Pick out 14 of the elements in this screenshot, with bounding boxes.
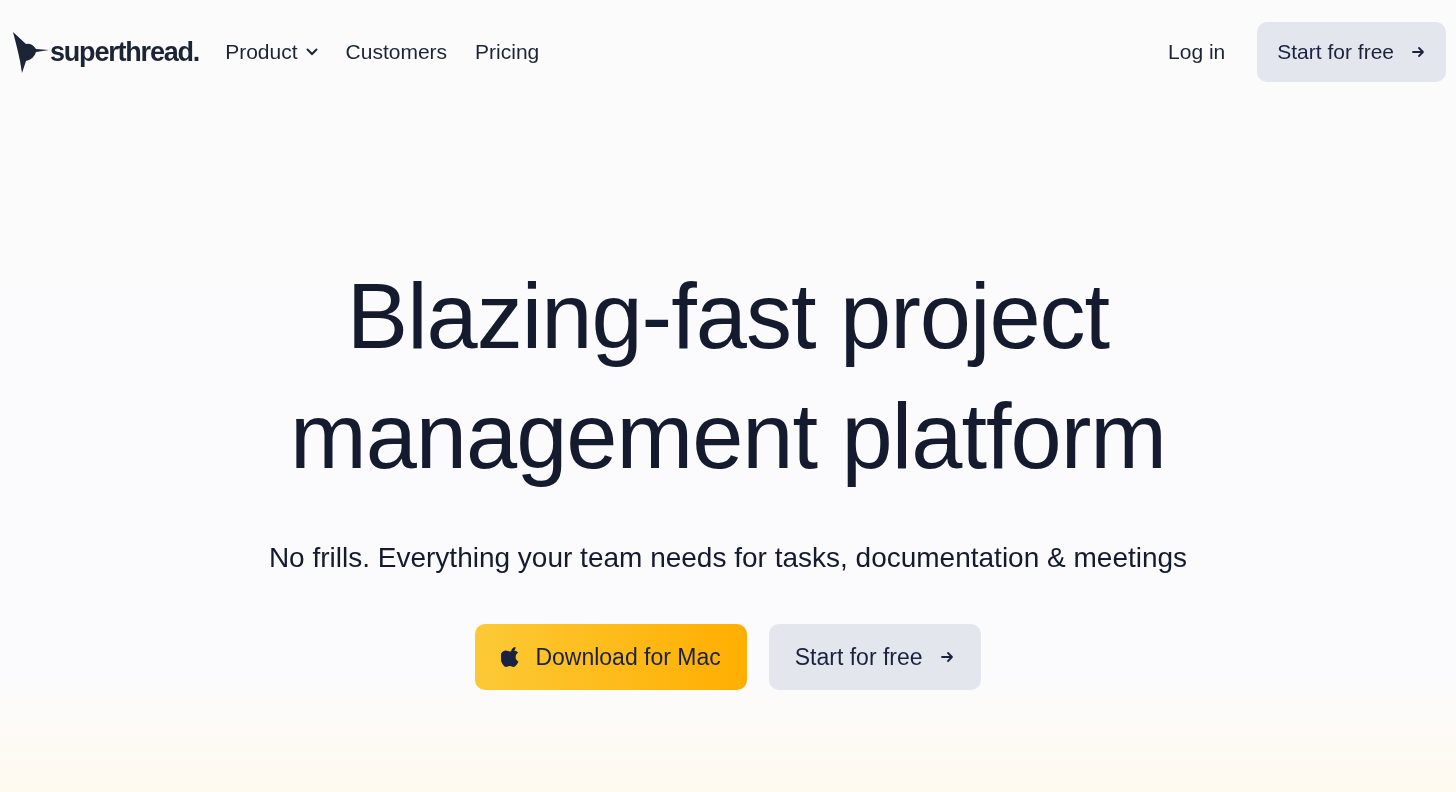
login-link[interactable]: Log in: [1168, 40, 1226, 64]
download-button[interactable]: Download for Mac: [475, 624, 747, 690]
nav-dropdown[interactable]: Product: [225, 40, 318, 64]
arrow-right-icon: [1410, 44, 1426, 60]
arrow-right-icon: [938, 649, 955, 665]
subtitle: No frills. Everything your team needs for tasks, documentation & meetings: [268, 542, 1188, 574]
nav-link[interactable]: Pricing: [475, 40, 540, 64]
start-free-button[interactable]: Start for free: [768, 624, 981, 690]
chevron-down-icon: [305, 48, 318, 56]
logo-text[interactable]: superthread.: [50, 36, 200, 68]
headline: Blazing-fast project management platform: [290, 264, 1166, 489]
apple-icon: [501, 647, 520, 667]
start-free-button[interactable]: Start for free: [1257, 22, 1446, 82]
nav-link[interactable]: Customers: [345, 40, 448, 64]
